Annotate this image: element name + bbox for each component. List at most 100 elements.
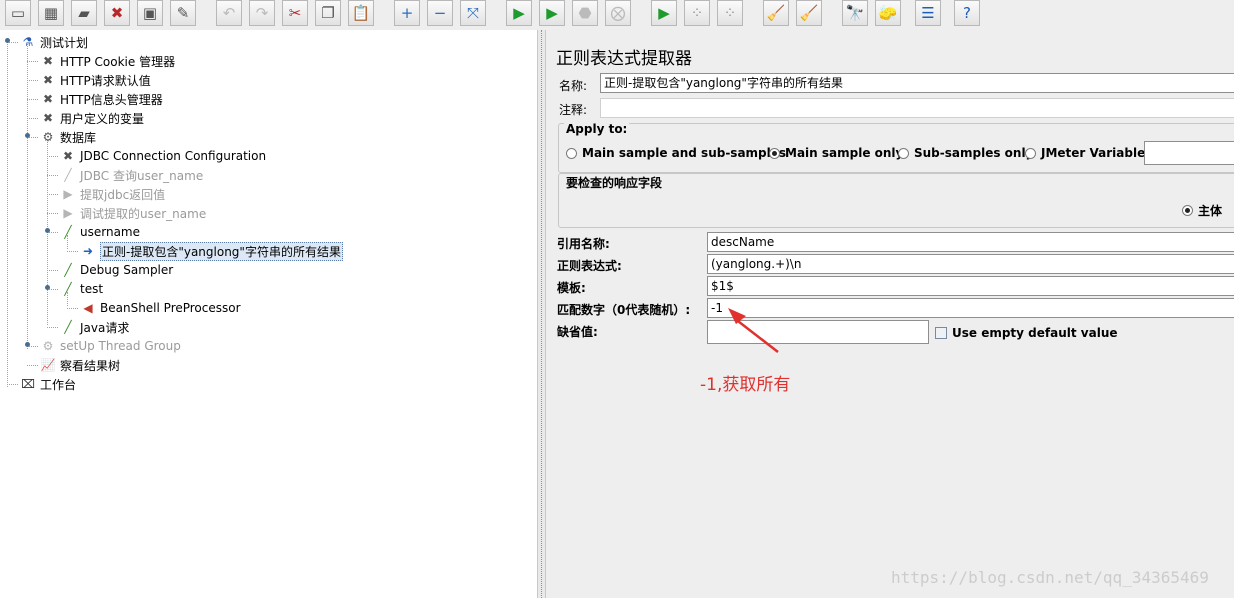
reset-search-button[interactable]: 🧽 — [875, 0, 901, 26]
undo-button[interactable]: ↶ — [216, 0, 242, 26]
sampler-icon: ╱ — [64, 168, 72, 182]
shutdown-button[interactable]: ⨂ — [605, 0, 631, 26]
templates-icon: ▦ — [43, 3, 59, 22]
ref-name-field[interactable]: descName — [707, 232, 1234, 252]
remote-stop-icon: ⁘ — [690, 3, 704, 22]
tree-expand-toggle[interactable] — [24, 132, 31, 139]
remote-shutdown-button[interactable]: ⁘ — [717, 0, 743, 26]
tree-node-label: JDBC Connection Configuration — [80, 149, 267, 163]
templates-button[interactable]: ▦ — [38, 0, 64, 26]
sampler-icon: ╱ — [64, 320, 72, 334]
tree-node[interactable]: ➜ 正则-提取包含"yanglong"字符串的所有结果 — [80, 241, 343, 261]
tree-node[interactable]: ╱ Java请求 — [60, 318, 129, 336]
redo-button[interactable]: ↷ — [249, 0, 275, 26]
search-icon: 🔭 — [845, 3, 865, 22]
remote-stop-button[interactable]: ⁘ — [684, 0, 710, 26]
tree-node-label: HTTP信息头管理器 — [60, 92, 163, 107]
tree-node-label: username — [80, 225, 140, 239]
save-icon: ▣ — [142, 3, 158, 22]
tree-node[interactable]: ✖ 用户定义的变量 — [40, 109, 144, 127]
tree-node-label: 察看结果树 — [60, 358, 121, 373]
tree-node[interactable]: ⚙ 数据库 — [40, 128, 96, 146]
start-button[interactable]: ▶ — [506, 0, 532, 26]
tree-node[interactable]: ╱ JDBC 查询user_name — [60, 166, 203, 184]
tree-node[interactable]: ⌧ 工作台 — [20, 375, 76, 393]
paste-button[interactable]: 📋 — [348, 0, 374, 26]
checkbox-box — [935, 327, 947, 339]
collapse-icon: − — [433, 3, 447, 22]
use-empty-default-checkbox[interactable]: Use empty default value — [935, 326, 1118, 340]
post-processor-icon: ➜ — [82, 244, 94, 258]
clear-button[interactable]: 🧹 — [763, 0, 789, 26]
template-field[interactable]: $1$ — [707, 276, 1234, 296]
response-body-radio[interactable]: 主体 — [1182, 202, 1222, 219]
watermark: https://blog.csdn.net/qq_34365469 — [891, 568, 1209, 587]
close-button[interactable]: ✖ — [104, 0, 130, 26]
copy-button[interactable]: ❐ — [315, 0, 341, 26]
regex-field[interactable]: (yanglong.+)\n — [707, 254, 1234, 274]
tree-node[interactable]: ╱ test — [60, 280, 103, 298]
tree-node[interactable]: ⚙ setUp Thread Group — [40, 337, 181, 355]
panel-title: 正则表达式提取器 — [556, 49, 692, 69]
start-no-pause-button[interactable]: ▶ — [539, 0, 565, 26]
stop-button[interactable]: ⬣ — [572, 0, 598, 26]
open-button[interactable]: ▰ — [71, 0, 97, 26]
tree-node-label: 工作台 — [40, 377, 77, 392]
clear-all-button[interactable]: 🧹 — [796, 0, 822, 26]
tree-node[interactable]: ✖ HTTP Cookie 管理器 — [40, 52, 175, 70]
config-tool-icon: ✖ — [42, 111, 54, 125]
default-value-label: 缺省值: — [557, 325, 598, 339]
thread-group-icon: ⚙ — [42, 339, 54, 353]
expand-button[interactable]: + — [394, 0, 420, 26]
save-as-icon: ✎ — [176, 3, 190, 22]
thread-group-icon: ⚙ — [42, 130, 54, 144]
tree-node[interactable]: ✖ HTTP请求默认值 — [40, 71, 151, 89]
tree-expand-toggle[interactable] — [24, 341, 31, 348]
save-button[interactable]: ▣ — [137, 0, 163, 26]
tree-expand-toggle[interactable] — [44, 284, 51, 291]
radio-indicator — [898, 147, 909, 159]
comment-field[interactable] — [600, 98, 1234, 118]
apply-main-only-radio[interactable]: Main sample only — [769, 146, 903, 160]
collapse-button[interactable]: − — [427, 0, 453, 26]
tree-node[interactable]: ╱ username — [60, 223, 140, 241]
help-button[interactable]: ? — [954, 0, 980, 26]
function-helper-button[interactable]: ☰ — [915, 0, 941, 26]
tree-node-label: 提取jdbc返回值 — [80, 187, 166, 202]
response-body-label: 主体 — [1198, 204, 1223, 218]
config-tool-icon: ✖ — [42, 73, 54, 87]
tree-node-label: 正则-提取包含"yanglong"字符串的所有结果 — [100, 241, 343, 261]
tree-node[interactable]: ◀ BeanShell PreProcessor — [80, 299, 240, 317]
tree-node[interactable]: ╱ Debug Sampler — [60, 261, 173, 279]
tree-node-label: test — [80, 282, 104, 296]
listener-icon: 📈 — [40, 358, 56, 372]
tree-node[interactable]: ⚗ 测试计划 — [20, 33, 88, 51]
tree-expand-toggle[interactable] — [4, 37, 11, 44]
apply-jmeter-variable-radio[interactable]: JMeter Variable — [1025, 146, 1145, 160]
search-button[interactable]: 🔭 — [842, 0, 868, 26]
response-field-legend: 要检查的响应字段 — [564, 174, 665, 191]
new-button[interactable]: ▭ — [5, 0, 31, 26]
tree-expand-toggle[interactable] — [44, 227, 51, 234]
tree-node[interactable]: ✖ JDBC Connection Configuration — [60, 147, 266, 165]
apply-sub-only-radio[interactable]: Sub-samples only — [898, 146, 1033, 160]
tree-node-label: HTTP请求默认值 — [60, 73, 151, 88]
new-icon: ▭ — [10, 3, 26, 22]
jmeter-variable-field[interactable] — [1144, 141, 1234, 165]
function-helper-icon: ☰ — [921, 3, 935, 22]
apply-to-legend: Apply to: — [564, 122, 630, 136]
toggle-button[interactable]: ⤧ — [460, 0, 486, 26]
apply-main-and-sub-radio[interactable]: Main sample and sub-samples — [566, 146, 786, 160]
tree-node[interactable]: ▶ 提取jdbc返回值 — [60, 185, 165, 203]
save-as-button[interactable]: ✎ — [170, 0, 196, 26]
copy-icon: ❐ — [321, 3, 335, 22]
cut-button[interactable]: ✂ — [282, 0, 308, 26]
split-pane-divider[interactable] — [537, 30, 546, 598]
tree-node[interactable]: ✖ HTTP信息头管理器 — [40, 90, 163, 108]
match-no-field[interactable]: -1 — [707, 298, 1234, 318]
tree-node[interactable]: ▶ 调试提取的user_name — [60, 204, 206, 222]
remote-start-button[interactable]: ▶ — [651, 0, 677, 26]
tree-node-label: 数据库 — [60, 130, 97, 145]
tree-node[interactable]: 📈 察看结果树 — [40, 356, 121, 374]
name-field[interactable]: 正则-提取包含"yanglong"字符串的所有结果 — [600, 73, 1234, 93]
